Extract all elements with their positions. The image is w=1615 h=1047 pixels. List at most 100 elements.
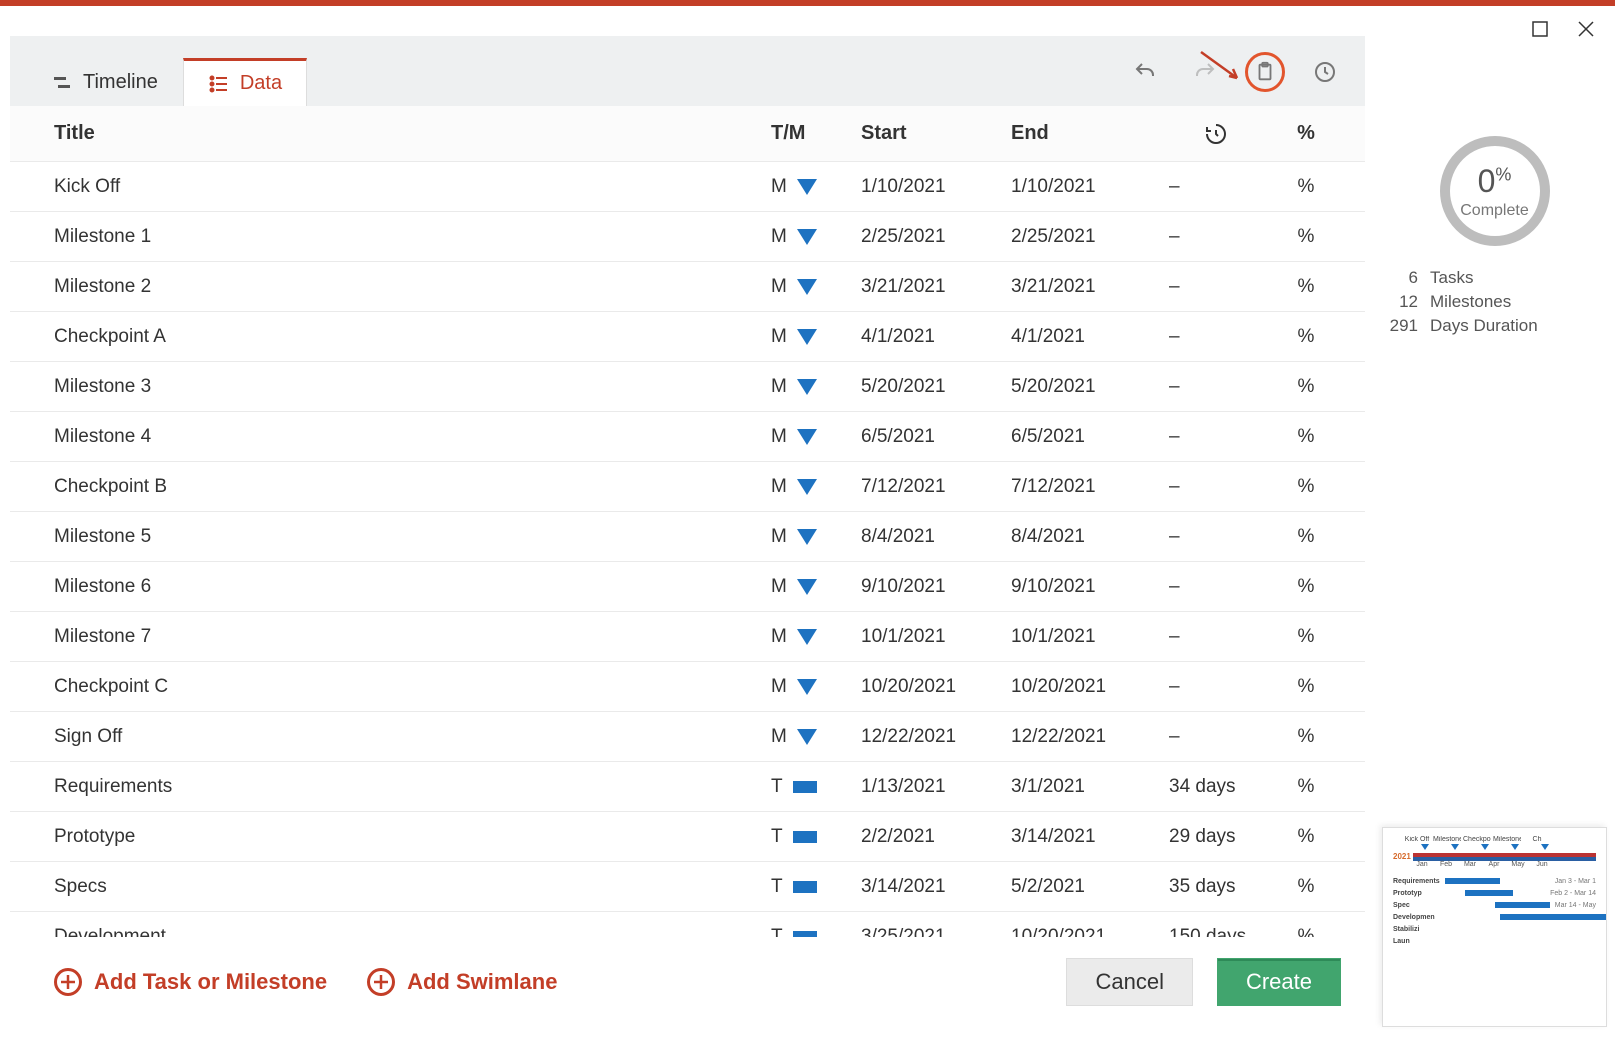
cell-tm: M [771, 576, 861, 598]
table-row[interactable]: SpecsT3/14/20215/2/202135 days% [10, 862, 1365, 912]
table-row[interactable]: RequirementsT1/13/20213/1/202134 days% [10, 762, 1365, 812]
cell-end: 2/25/2021 [1011, 226, 1161, 248]
col-end: End [1011, 122, 1161, 145]
col-title: Title [54, 122, 771, 145]
table-row[interactable]: PrototypeT2/2/20213/14/202129 days% [10, 812, 1365, 862]
create-button[interactable]: Create [1217, 958, 1341, 1006]
cell-end: 12/22/2021 [1011, 726, 1161, 748]
preview-milestone-label: Checkpoint A [1463, 836, 1491, 843]
milestone-icon [797, 529, 817, 545]
table-row[interactable]: Milestone 3M5/20/20215/20/2021–% [10, 362, 1365, 412]
cell-tm: M [771, 226, 861, 248]
cell-percent: % [1271, 176, 1341, 198]
table-row[interactable]: Checkpoint BM7/12/20217/12/2021–% [10, 462, 1365, 512]
cell-start: 1/10/2021 [861, 176, 1011, 198]
cell-percent: % [1271, 726, 1341, 748]
tab-label: Timeline [83, 71, 158, 94]
toolbar: Timeline Data [10, 36, 1365, 106]
preview-milestone-label: Ch [1523, 836, 1551, 843]
preview-milestone-icon [1451, 844, 1459, 850]
cell-title: Milestone 1 [54, 226, 771, 248]
preview-milestone-label: Kick Off [1403, 836, 1431, 843]
table-row[interactable]: Milestone 5M8/4/20218/4/2021–% [10, 512, 1365, 562]
cell-end: 7/12/2021 [1011, 476, 1161, 498]
table-row[interactable]: Kick OffM1/10/20211/10/2021–% [10, 162, 1365, 212]
table-row[interactable]: DevelopmentT3/25/202110/20/2021150 days% [10, 912, 1365, 937]
preview-milestone-label: Milestone [1493, 836, 1521, 843]
cell-percent: % [1271, 276, 1341, 298]
cell-percent: % [1271, 876, 1341, 898]
timeline-preview: Kick OffMilestoneCheckpoint AMilestoneCh… [1382, 827, 1607, 1027]
table-row[interactable]: Milestone 2M3/21/20213/21/2021–% [10, 262, 1365, 312]
undo-button[interactable] [1125, 52, 1165, 92]
stat-ms-n: 12 [1382, 292, 1426, 312]
cell-end: 3/1/2021 [1011, 776, 1161, 798]
cell-end: 6/5/2021 [1011, 426, 1161, 448]
cell-end: 8/4/2021 [1011, 526, 1161, 548]
preview-milestone-icon [1421, 844, 1429, 850]
cancel-button[interactable]: Cancel [1066, 958, 1192, 1006]
cell-title: Milestone 3 [54, 376, 771, 398]
cell-duration: – [1161, 226, 1271, 248]
cell-title: Prototype [54, 826, 771, 848]
tab-timeline[interactable]: Timeline [26, 58, 183, 106]
maximize-icon[interactable] [1531, 20, 1549, 38]
tab-data[interactable]: Data [183, 58, 307, 106]
cell-tm: M [771, 526, 861, 548]
table-row[interactable]: Milestone 4M6/5/20216/5/2021–% [10, 412, 1365, 462]
annotation-arrow-icon [1199, 50, 1245, 86]
table-row[interactable]: Milestone 1M2/25/20212/25/2021–% [10, 212, 1365, 262]
preview-milestone-icon [1511, 844, 1519, 850]
cell-title: Sign Off [54, 726, 771, 748]
col-duration [1161, 122, 1271, 146]
table-row[interactable]: Checkpoint CM10/20/202110/20/2021–% [10, 662, 1365, 712]
milestone-icon [797, 329, 817, 345]
cell-end: 4/1/2021 [1011, 326, 1161, 348]
cell-end: 5/2/2021 [1011, 876, 1161, 898]
add-swimlane-button[interactable]: Add Swimlane [367, 968, 557, 996]
cell-tm: M [771, 176, 861, 198]
cell-title: Checkpoint A [54, 326, 771, 348]
cell-title: Requirements [54, 776, 771, 798]
cell-duration: – [1161, 576, 1271, 598]
table-row[interactable]: Milestone 6M9/10/20219/10/2021–% [10, 562, 1365, 612]
progress-label: Complete [1460, 202, 1528, 220]
cell-title: Milestone 2 [54, 276, 771, 298]
cell-percent: % [1271, 776, 1341, 798]
milestone-icon [797, 429, 817, 445]
cell-end: 9/10/2021 [1011, 576, 1161, 598]
list-icon [208, 73, 230, 95]
cell-tm: M [771, 626, 861, 648]
milestone-icon [797, 229, 817, 245]
cell-start: 10/20/2021 [861, 676, 1011, 698]
cell-title: Specs [54, 876, 771, 898]
stat-tasks-n: 6 [1382, 268, 1426, 288]
cell-tm: M [771, 376, 861, 398]
milestone-icon [797, 629, 817, 645]
table-row[interactable]: Sign OffM12/22/202112/22/2021–% [10, 712, 1365, 762]
milestone-icon [797, 279, 817, 295]
add-task-button[interactable]: Add Task or Milestone [54, 968, 327, 996]
cell-tm: T [771, 926, 861, 938]
cell-start: 10/1/2021 [861, 626, 1011, 648]
cell-percent: % [1271, 826, 1341, 848]
preview-milestone-icon [1541, 844, 1549, 850]
cell-start: 6/5/2021 [861, 426, 1011, 448]
close-icon[interactable] [1577, 20, 1595, 38]
milestone-icon [797, 479, 817, 495]
cell-percent: % [1271, 376, 1341, 398]
preview-year: 2021 [1393, 852, 1411, 861]
table-row[interactable]: Checkpoint AM4/1/20214/1/2021–% [10, 312, 1365, 362]
cell-title: Kick Off [54, 176, 771, 198]
cell-duration: – [1161, 626, 1271, 648]
duration-icon [1204, 122, 1228, 146]
cell-tm: M [771, 426, 861, 448]
timeline-icon [51, 72, 73, 94]
paste-button[interactable] [1245, 52, 1285, 92]
history-button[interactable] [1305, 52, 1345, 92]
preview-task-row: SpecMar 14 - May [1393, 899, 1596, 911]
cell-start: 2/2/2021 [861, 826, 1011, 848]
tab-label: Data [240, 72, 282, 95]
table-row[interactable]: Milestone 7M10/1/202110/1/2021–% [10, 612, 1365, 662]
cell-duration: 35 days [1161, 876, 1271, 898]
